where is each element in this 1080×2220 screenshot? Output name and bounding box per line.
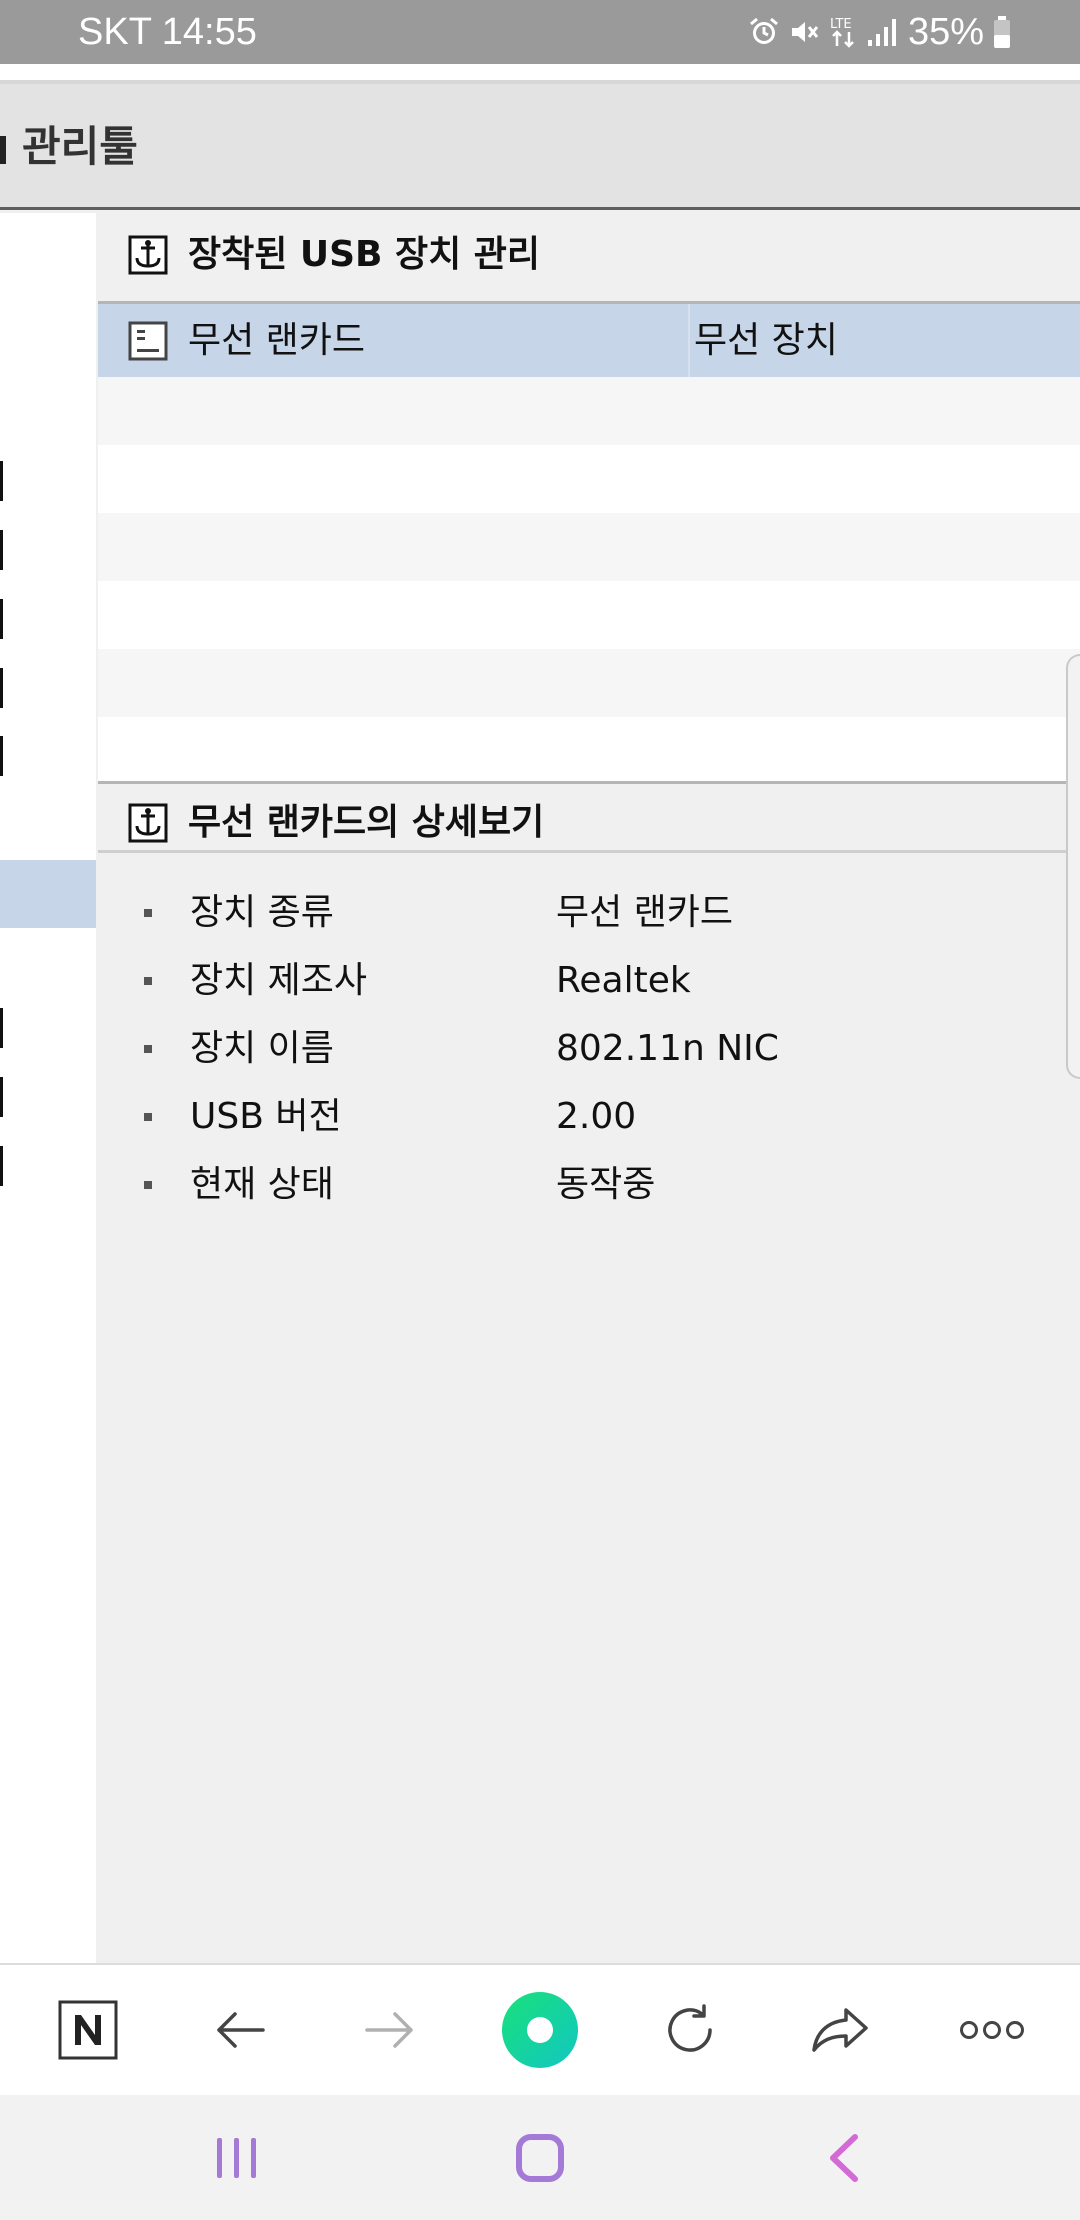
usb-anchor-icon [128, 803, 168, 843]
sidebar-item-marker[interactable] [0, 530, 3, 570]
device-row-selected[interactable]: 무선 랜카드 무선 장치 [98, 304, 1080, 377]
detail-item: 장치 제조사 Realtek [98, 947, 1080, 1015]
sidebar-item-marker[interactable] [0, 668, 3, 708]
back-button[interactable] [180, 1965, 300, 2095]
sidebar-item-selected[interactable] [0, 860, 96, 928]
bullet [144, 1113, 152, 1121]
detail-label: 장치 종류 [190, 892, 334, 933]
side-scroll-handle[interactable] [1066, 654, 1080, 1079]
lte-text: LTE [830, 17, 852, 32]
detail-item: 현재 상태 동작중 [98, 1151, 1080, 1219]
battery-percent: 35% [907, 10, 984, 53]
table-row[interactable] [98, 513, 1080, 581]
detail-label: USB 버전 [190, 1096, 342, 1137]
refresh-button[interactable] [630, 1965, 750, 2095]
alarm-icon [749, 17, 778, 44]
naver-icon [58, 2000, 118, 2060]
signal-icon [867, 19, 896, 46]
sidebar-item-marker[interactable] [0, 599, 3, 639]
sidebar-item-marker[interactable] [0, 1146, 3, 1186]
table-row[interactable] [98, 717, 1080, 781]
more-icon [960, 2021, 1024, 2039]
carrier-time: SKT 14:55 [78, 11, 257, 53]
section-divider [98, 850, 1080, 853]
bullet [144, 977, 152, 985]
usb-section-header: 장착된 USB 장치 관리 [98, 223, 1080, 287]
detail-label: 장치 제조사 [190, 960, 368, 1001]
recent-apps-icon [217, 2137, 256, 2178]
back-nav-button[interactable] [773, 2095, 913, 2220]
status-gap [0, 64, 1080, 80]
battery-icon [994, 16, 1010, 48]
bullet [144, 909, 152, 917]
sidebar-item-marker[interactable] [0, 461, 3, 501]
table-row[interactable] [98, 581, 1080, 649]
table-row[interactable] [98, 445, 1080, 513]
device-icon [128, 321, 168, 360]
green-dot-icon [502, 1992, 578, 2068]
detail-value: 동작중 [556, 1164, 656, 1205]
detail-item: 장치 종류 무선 랜카드 [98, 879, 1080, 947]
navigation-bar [0, 2095, 1080, 2220]
home-button[interactable] [470, 2095, 610, 2220]
table-row[interactable] [98, 649, 1080, 717]
device-type: 무선 장치 [694, 319, 838, 361]
home-icon [516, 2133, 564, 2182]
sidebar-item-marker[interactable] [0, 1008, 3, 1048]
detail-value: 2.00 [556, 1096, 637, 1137]
screen: SKT 14:55 LTE 35% 관리툴 장착된 USB 장치 관리 무선 랜… [0, 0, 1080, 2220]
column-separator [688, 304, 690, 377]
refresh-icon [668, 2004, 712, 2052]
back-chevron-icon [830, 2133, 858, 2182]
detail-value: Realtek [556, 960, 691, 1001]
mute-icon [791, 22, 819, 42]
table-row[interactable] [98, 377, 1080, 445]
status-bar: SKT 14:55 LTE 35% [0, 0, 1080, 64]
browser-toolbar [0, 1963, 1080, 2095]
detail-label: 현재 상태 [190, 1164, 334, 1205]
detail-value: 무선 랜카드 [556, 892, 734, 933]
sidebar-item-marker[interactable] [0, 736, 3, 776]
forward-button[interactable] [330, 1965, 450, 2095]
recent-apps-button[interactable] [167, 2095, 307, 2220]
device-name: 무선 랜카드 [188, 319, 366, 361]
sidebar-item-marker[interactable] [0, 1077, 3, 1117]
main-content: 장착된 USB 장치 관리 무선 랜카드 무선 장치 무선 랜카드의 상세보기 … [98, 213, 1080, 1963]
green-dot-button[interactable] [480, 1965, 600, 2095]
lte-icon: LTE [830, 17, 854, 48]
bullet [144, 1045, 152, 1053]
usb-section-title: 장착된 USB 장치 관리 [188, 234, 541, 275]
forward-arrow-icon [365, 2012, 413, 2048]
page-title: 관리툴 [22, 122, 138, 171]
section-divider [98, 781, 1080, 784]
bullet [144, 1181, 152, 1189]
share-button[interactable] [780, 1965, 900, 2095]
detail-item: 장치 이름 802.11n NIC [98, 1015, 1080, 1083]
detail-item: USB 버전 2.00 [98, 1083, 1080, 1151]
share-icon [812, 2008, 868, 2052]
usb-anchor-icon [128, 235, 168, 275]
header-mark [0, 136, 6, 164]
detail-section-title: 무선 랜카드의 상세보기 [188, 802, 545, 843]
more-button[interactable] [932, 1965, 1052, 2095]
back-arrow-icon [217, 2012, 265, 2048]
naver-home-button[interactable] [28, 1965, 148, 2095]
page-header: 관리툴 [0, 84, 1080, 210]
detail-section-header: 무선 랜카드의 상세보기 [98, 791, 1080, 855]
status-icons: LTE 35% [748, 10, 1012, 54]
detail-label: 장치 이름 [190, 1028, 334, 1069]
detail-value: 802.11n NIC [556, 1028, 779, 1069]
sidebar[interactable] [0, 213, 96, 1963]
